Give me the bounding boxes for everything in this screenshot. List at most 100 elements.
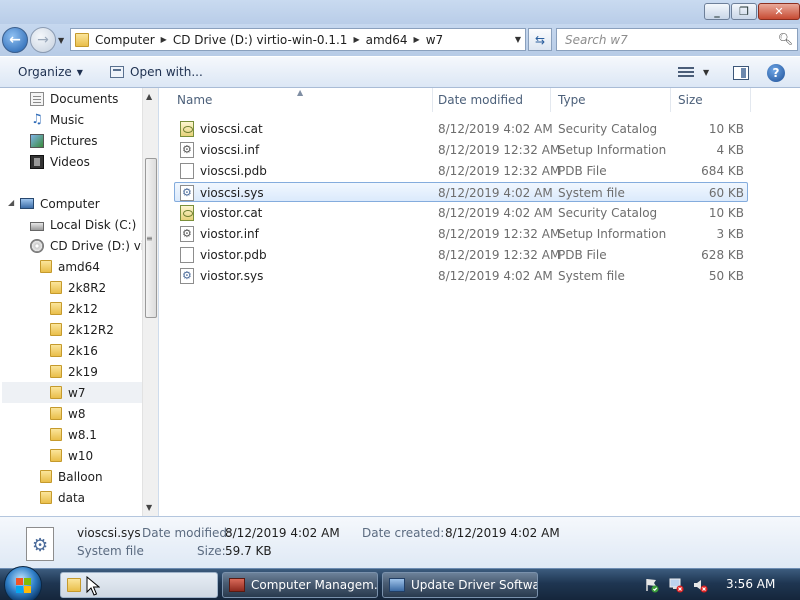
file-row[interactable]: viostor.sys 8/12/2019 4:02 AM System fil…	[174, 266, 748, 286]
close-icon: ✕	[774, 5, 784, 18]
file-row-selected[interactable]: vioscsi.sys 8/12/2019 4:02 AM System fil…	[174, 182, 748, 202]
nav-item-videos[interactable]: Videos	[30, 151, 90, 172]
search-box[interactable]: 🔍︎	[556, 28, 798, 51]
collapse-computer-icon[interactable]: ◢	[8, 198, 14, 207]
nav-item-pictures[interactable]: Pictures	[30, 130, 98, 151]
nav-item-2k12r2[interactable]: 2k12R2	[50, 319, 114, 340]
nav-item-w10[interactable]: w10	[50, 445, 93, 466]
folder-icon	[50, 323, 62, 336]
window-controls: _ ❐ ✕	[703, 3, 800, 20]
nav-item-music[interactable]: ♫ Music	[30, 109, 84, 130]
nav-pane-scrollbar[interactable]: ▲ ≡ ▼	[142, 88, 158, 516]
details-file-type: System file	[77, 544, 144, 558]
breadcrumb-separator-icon[interactable]: ▶	[161, 35, 167, 44]
videos-icon	[30, 154, 44, 169]
open-with-button[interactable]: Open with...	[110, 65, 203, 79]
forward-arrow-icon: →	[37, 32, 49, 48]
nav-item-2k16[interactable]: 2k16	[50, 340, 98, 361]
folder-icon	[40, 260, 52, 273]
folder-icon	[40, 470, 52, 483]
forward-button[interactable]: →	[30, 27, 56, 53]
refresh-button[interactable]: ⇆	[528, 28, 552, 51]
address-bar[interactable]: Computer ▶ CD Drive (D:) virtio-win-0.1.…	[70, 28, 526, 51]
scroll-down-icon[interactable]: ▼	[146, 503, 152, 512]
nav-item-w8[interactable]: w8	[50, 403, 85, 424]
breadcrumb-separator-icon[interactable]: ▶	[414, 35, 420, 44]
nav-item-cd-drive[interactable]: CD Drive (D:) virti	[30, 235, 157, 256]
file-row[interactable]: viostor.pdb 8/12/2019 12:32 AM PDB File …	[174, 245, 748, 265]
view-options-dropdown[interactable]: ▼	[703, 68, 709, 77]
taskbar-clock[interactable]: 3:56 AM	[726, 577, 775, 591]
file-row[interactable]: vioscsi.inf 8/12/2019 12:32 AM Setup Inf…	[174, 140, 748, 160]
nav-item-documents[interactable]: Documents	[30, 88, 118, 109]
breadcrumb-separator-icon[interactable]: ▶	[353, 35, 359, 44]
start-button[interactable]	[4, 566, 42, 600]
nav-item-2k8r2[interactable]: 2k8R2	[50, 277, 106, 298]
preview-pane-icon[interactable]	[733, 66, 749, 80]
file-name: vioscsi.inf	[200, 143, 260, 157]
column-header-label: Name	[177, 93, 213, 107]
file-row[interactable]: viostor.inf 8/12/2019 12:32 AM Setup Inf…	[174, 224, 748, 244]
back-button[interactable]: ←	[2, 27, 28, 53]
recent-pages-dropdown[interactable]: ▼	[58, 36, 64, 45]
navigation-pane: Documents ♫ Music Pictures Videos ◢ Compu…	[0, 88, 158, 516]
breadcrumb-item-amd64[interactable]: amd64	[366, 33, 408, 47]
file-date-modified: 8/12/2019 4:02 AM	[438, 269, 553, 283]
file-row[interactable]: vioscsi.pdb 8/12/2019 12:32 AM PDB File …	[174, 161, 748, 181]
open-with-label: Open with...	[130, 65, 203, 79]
nav-item-w81[interactable]: w8.1	[50, 424, 97, 445]
file-size: 60 KB	[708, 186, 744, 200]
nav-item-w7[interactable]: w7	[2, 382, 142, 403]
file-date-modified: 8/12/2019 4:02 AM	[438, 206, 553, 220]
organize-menu[interactable]: Organize ▼	[18, 65, 83, 79]
command-bar: Organize ▼ Open with... ▼ ?	[0, 56, 800, 88]
file-type: Security Catalog	[558, 206, 658, 220]
nav-item-2k12[interactable]: 2k12	[50, 298, 98, 319]
file-type: System file	[558, 186, 625, 200]
network-icon[interactable]	[668, 577, 684, 593]
file-row[interactable]: vioscsi.cat 8/12/2019 4:02 AM Security C…	[174, 119, 748, 139]
taskbar-button-computer-management[interactable]: Computer Managem...	[222, 572, 378, 598]
nav-item-balloon[interactable]: Balloon	[40, 466, 103, 487]
breadcrumb-item-computer[interactable]: Computer	[95, 33, 155, 47]
file-name: viostor.cat	[200, 206, 263, 220]
taskbar-button-update-driver[interactable]: Update Driver Softwa...	[382, 572, 538, 598]
nav-item-local-disk[interactable]: Local Disk (C:)	[30, 214, 136, 235]
taskbar-button-explorer[interactable]	[60, 572, 218, 598]
action-center-flag-icon[interactable]	[644, 577, 660, 593]
nav-item-data[interactable]: data	[40, 487, 85, 508]
file-size: 10 KB	[708, 122, 744, 136]
change-view-icon[interactable]	[678, 67, 694, 79]
scroll-up-icon[interactable]: ▲	[146, 92, 152, 101]
column-header-size[interactable]: Size	[671, 88, 751, 112]
breadcrumb-item-w7[interactable]: w7	[426, 33, 443, 47]
nav-item-amd64[interactable]: amd64	[40, 256, 100, 277]
maximize-button[interactable]: ❐	[731, 3, 757, 20]
volume-muted-icon[interactable]	[692, 577, 708, 593]
nav-item-label: 2k16	[68, 343, 98, 358]
close-button[interactable]: ✕	[758, 3, 800, 20]
file-date-modified: 8/12/2019 4:02 AM	[438, 186, 553, 200]
address-dropdown-icon[interactable]: ▼	[515, 35, 521, 44]
nav-item-2k19[interactable]: 2k19	[50, 361, 98, 382]
search-input[interactable]	[557, 29, 767, 50]
system-file-icon	[180, 268, 194, 284]
column-header-name[interactable]: Name	[159, 88, 433, 112]
system-file-icon	[180, 185, 194, 201]
file-name: viostor.inf	[200, 227, 259, 241]
update-driver-icon	[389, 578, 405, 592]
column-header-label: Type	[558, 93, 586, 107]
file-row[interactable]: viostor.cat 8/12/2019 4:02 AM Security C…	[174, 203, 748, 223]
minimize-icon: _	[714, 5, 720, 18]
breadcrumb-item-cd-drive[interactable]: CD Drive (D:) virtio-win-0.1.1	[173, 33, 348, 47]
scrollbar-grip-icon: ≡	[146, 234, 153, 243]
system-file-large-icon	[26, 527, 54, 561]
column-header-date-modified[interactable]: Date modified	[433, 88, 551, 112]
column-header-type[interactable]: Type	[551, 88, 671, 112]
minimize-button[interactable]: _	[704, 3, 730, 20]
documents-icon	[30, 91, 44, 106]
search-icon[interactable]: 🔍︎	[778, 32, 793, 46]
details-size-value: 59.7 KB	[225, 544, 272, 558]
nav-item-computer[interactable]: Computer	[20, 193, 100, 214]
help-icon[interactable]: ?	[767, 64, 785, 82]
